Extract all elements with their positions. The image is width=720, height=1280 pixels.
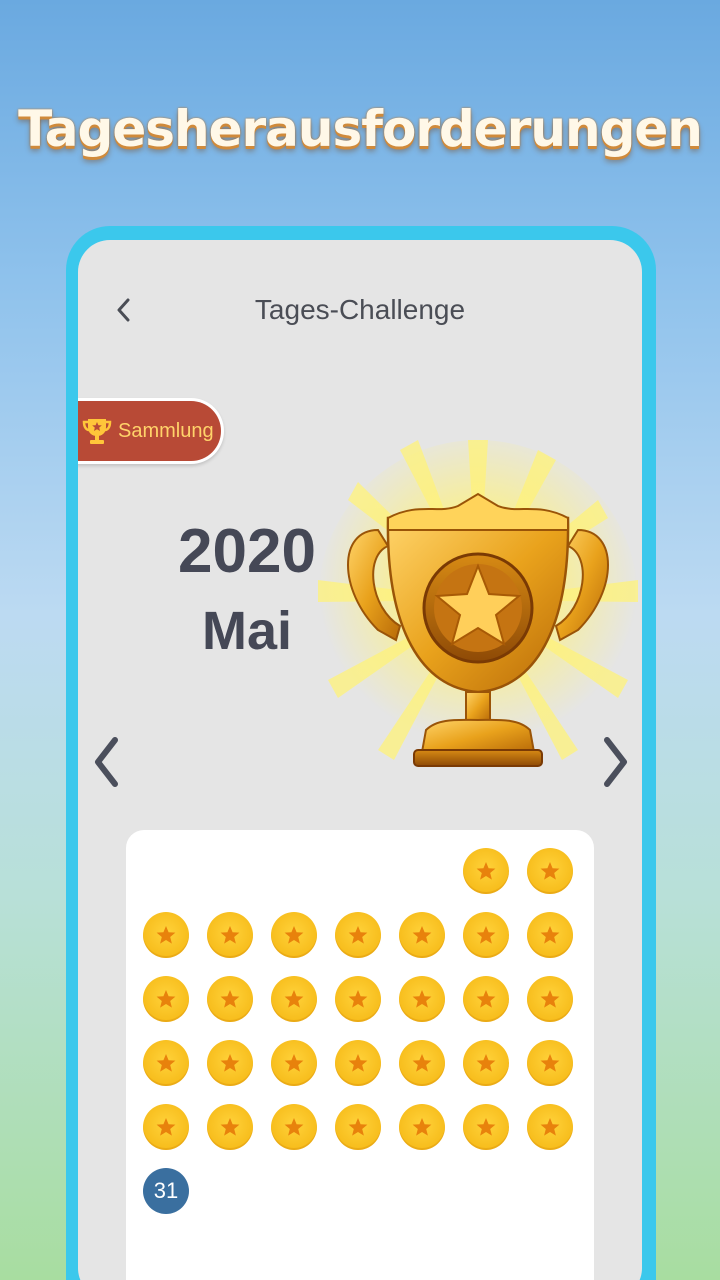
completed-day-coin[interactable] <box>399 1104 445 1150</box>
star-icon <box>412 926 432 944</box>
star-icon <box>284 926 304 944</box>
star-icon <box>284 1054 304 1072</box>
star-icon <box>476 990 496 1008</box>
star-icon <box>476 1054 496 1072</box>
star-icon <box>348 1054 368 1072</box>
month-label: Mai <box>201 601 293 661</box>
completed-day-coin[interactable] <box>527 1040 573 1086</box>
star-icon <box>540 926 560 944</box>
star-icon <box>476 1118 496 1136</box>
completed-day-coin[interactable] <box>207 1040 253 1086</box>
star-icon <box>540 1054 560 1072</box>
completed-day-coin[interactable] <box>143 976 189 1022</box>
completed-day-coin[interactable] <box>207 912 253 958</box>
star-icon <box>220 926 240 944</box>
star-icon <box>348 990 368 1008</box>
star-icon <box>284 1118 304 1136</box>
star-icon <box>156 1118 176 1136</box>
star-icon <box>412 1054 432 1072</box>
completed-day-coin[interactable] <box>399 1040 445 1086</box>
completed-day-coin[interactable] <box>335 1104 381 1150</box>
completed-day-coin[interactable] <box>463 976 509 1022</box>
completed-day-coin[interactable] <box>399 912 445 958</box>
trophy-illustration <box>318 440 638 767</box>
completed-day-coin[interactable] <box>335 1040 381 1086</box>
completed-day-coin[interactable] <box>143 1104 189 1150</box>
completed-day-coin[interactable] <box>527 848 573 894</box>
star-icon <box>540 862 560 880</box>
empty-day-cell <box>335 848 381 894</box>
star-icon <box>476 926 496 944</box>
completed-day-coin[interactable] <box>271 1104 317 1150</box>
completed-day-coin[interactable] <box>271 1040 317 1086</box>
trophy-icon <box>82 419 112 444</box>
top-bar: Tages-Challenge <box>78 280 642 340</box>
completed-day-coin[interactable] <box>207 976 253 1022</box>
completed-day-coin[interactable] <box>527 912 573 958</box>
completed-day-coin[interactable] <box>463 848 509 894</box>
prev-month-button[interactable] <box>84 730 128 794</box>
calendar-grid: 31 <box>143 848 573 1214</box>
star-icon <box>540 1118 560 1136</box>
star-icon <box>348 926 368 944</box>
app-screen: Tages-Challenge Sammlung 2020 Mai 31 <box>78 240 642 1280</box>
star-icon <box>540 990 560 1008</box>
completed-day-coin[interactable] <box>143 912 189 958</box>
chevron-left-icon <box>95 737 118 787</box>
completed-day-coin[interactable] <box>271 912 317 958</box>
completed-day-coin[interactable] <box>335 976 381 1022</box>
completed-day-coin[interactable] <box>463 912 509 958</box>
screen-title: Tages-Challenge <box>254 294 466 325</box>
current-day[interactable]: 31 <box>143 1168 189 1214</box>
promo-title: Tagesherausforderungen <box>18 100 703 158</box>
star-icon <box>348 1118 368 1136</box>
empty-day-cell <box>399 848 445 894</box>
completed-day-coin[interactable] <box>335 912 381 958</box>
completed-day-coin[interactable] <box>527 976 573 1022</box>
collection-label: Sammlung <box>118 419 214 442</box>
star-icon <box>220 1118 240 1136</box>
star-icon <box>156 990 176 1008</box>
next-month-button[interactable] <box>594 730 638 794</box>
star-icon <box>156 1054 176 1072</box>
star-icon <box>412 1118 432 1136</box>
star-icon <box>220 1054 240 1072</box>
completed-day-coin[interactable] <box>463 1104 509 1150</box>
chevron-right-icon <box>604 737 627 787</box>
completed-day-coin[interactable] <box>463 1040 509 1086</box>
star-icon <box>412 990 432 1008</box>
empty-day-cell <box>207 848 253 894</box>
completed-day-coin[interactable] <box>143 1040 189 1086</box>
empty-day-cell <box>143 848 189 894</box>
year-label: 2020 <box>178 517 316 586</box>
empty-day-cell <box>271 848 317 894</box>
star-icon <box>476 862 496 880</box>
completed-day-coin[interactable] <box>207 1104 253 1150</box>
calendar-card: 31 <box>126 830 594 1280</box>
completed-day-coin[interactable] <box>527 1104 573 1150</box>
star-icon <box>284 990 304 1008</box>
completed-day-coin[interactable] <box>271 976 317 1022</box>
collection-button[interactable]: Sammlung <box>78 398 224 464</box>
completed-day-coin[interactable] <box>399 976 445 1022</box>
star-icon <box>220 990 240 1008</box>
star-icon <box>156 926 176 944</box>
